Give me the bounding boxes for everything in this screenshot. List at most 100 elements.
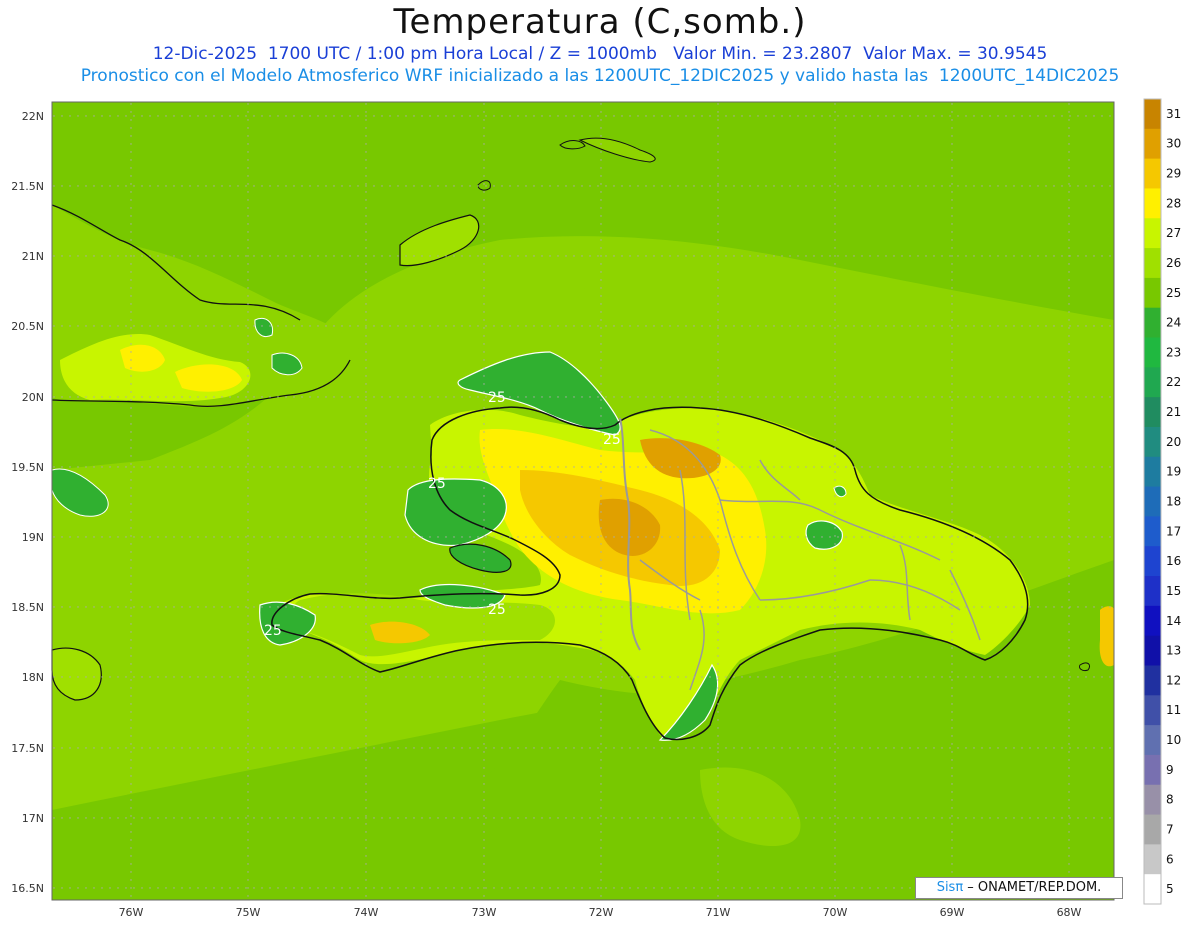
graticule-dot: [253, 255, 255, 257]
graticule-dot: [1093, 185, 1095, 187]
graticule-dot: [247, 655, 249, 657]
graticule-dot: [285, 817, 287, 819]
graticule-dot: [483, 647, 485, 649]
graticule-dot: [951, 335, 953, 337]
graticule-dot: [965, 817, 967, 819]
graticule-dot: [951, 463, 953, 465]
graticule-dot: [509, 115, 511, 117]
graticule-dot: [389, 887, 391, 889]
graticule-dot: [957, 817, 959, 819]
graticule-dot: [701, 255, 703, 257]
graticule-dot: [130, 207, 132, 209]
graticule-dot: [877, 747, 879, 749]
graticule-dot: [765, 255, 767, 257]
graticule-dot: [493, 115, 495, 117]
graticule-dot: [834, 871, 836, 873]
graticule-dot: [717, 415, 719, 417]
graticule-dot: [165, 185, 167, 187]
graticule-dot: [834, 775, 836, 777]
graticule-dot: [834, 199, 836, 201]
colorbar-swatch: [1144, 516, 1161, 547]
graticule-dot: [125, 536, 127, 538]
graticule-dot: [349, 325, 351, 327]
graticule-dot: [77, 185, 79, 187]
graticule-dot: [669, 817, 671, 819]
graticule-dot: [483, 127, 485, 129]
graticule-dot: [701, 396, 703, 398]
graticule-dot: [1029, 747, 1031, 749]
graticule-dot: [909, 676, 911, 678]
graticule-dot: [130, 671, 132, 673]
graticule-dot: [773, 536, 775, 538]
graticule-dot: [130, 311, 132, 313]
graticule-dot: [989, 466, 991, 468]
graticule-dot: [805, 325, 807, 327]
graticule-dot: [901, 887, 903, 889]
graticule-dot: [621, 466, 623, 468]
graticule-dot: [247, 431, 249, 433]
graticule-dot: [333, 255, 335, 257]
graticule-dot: [600, 127, 602, 129]
graticule-dot: [997, 466, 999, 468]
graticule-dot: [53, 887, 55, 889]
graticule-dot: [869, 396, 871, 398]
graticule-dot: [165, 747, 167, 749]
graticule-dot: [69, 396, 71, 398]
graticule-dot: [341, 606, 343, 608]
graticule-dot: [1029, 396, 1031, 398]
graticule-dot: [301, 185, 303, 187]
graticule-dot: [365, 817, 367, 819]
graticule-dot: [437, 115, 439, 117]
graticule-dot: [629, 255, 631, 257]
graticule-dot: [181, 887, 183, 889]
graticule-dot: [834, 759, 836, 761]
graticule-dot: [365, 676, 367, 678]
graticule-dot: [573, 747, 575, 749]
graticule-dot: [597, 606, 599, 608]
graticule-dot: [949, 185, 951, 187]
graticule-dot: [1069, 255, 1071, 257]
graticule-dot: [629, 676, 631, 678]
graticule-dot: [413, 536, 415, 538]
graticule-dot: [483, 367, 485, 369]
graticule-dot: [629, 747, 631, 749]
graticule-dot: [834, 687, 836, 689]
graticule-dot: [277, 536, 279, 538]
graticule-dot: [247, 503, 249, 505]
graticule-dot: [525, 466, 527, 468]
graticule-dot: [325, 676, 327, 678]
graticule-dot: [101, 747, 103, 749]
graticule-dot: [509, 325, 511, 327]
graticule-dot: [483, 303, 485, 305]
graticule-dot: [221, 255, 223, 257]
graticule-dot: [1068, 591, 1070, 593]
graticule-dot: [757, 747, 759, 749]
graticule-dot: [797, 255, 799, 257]
graticule-dot: [253, 887, 255, 889]
graticule-dot: [941, 676, 943, 678]
graticule-dot: [600, 215, 602, 217]
graticule-dot: [600, 319, 602, 321]
graticule-dot: [997, 396, 999, 398]
graticule-dot: [247, 447, 249, 449]
graticule-dot: [247, 599, 249, 601]
graticule-dot: [549, 325, 551, 327]
graticule-dot: [365, 335, 367, 337]
graticule-dot: [1069, 747, 1071, 749]
graticule-dot: [925, 325, 927, 327]
graticule-dot: [269, 325, 271, 327]
graticule-dot: [901, 817, 903, 819]
graticule-dot: [951, 647, 953, 649]
graticule-dot: [600, 303, 602, 305]
graticule-dot: [1029, 255, 1031, 257]
graticule-dot: [341, 115, 343, 117]
graticule-dot: [130, 823, 132, 825]
graticule-dot: [1068, 415, 1070, 417]
graticule-dot: [951, 175, 953, 177]
graticule-dot: [285, 185, 287, 187]
graticule-dot: [1068, 775, 1070, 777]
graticule-dot: [951, 215, 953, 217]
graticule-dot: [117, 887, 119, 889]
graticule-dot: [389, 185, 391, 187]
graticule-dot: [853, 396, 855, 398]
